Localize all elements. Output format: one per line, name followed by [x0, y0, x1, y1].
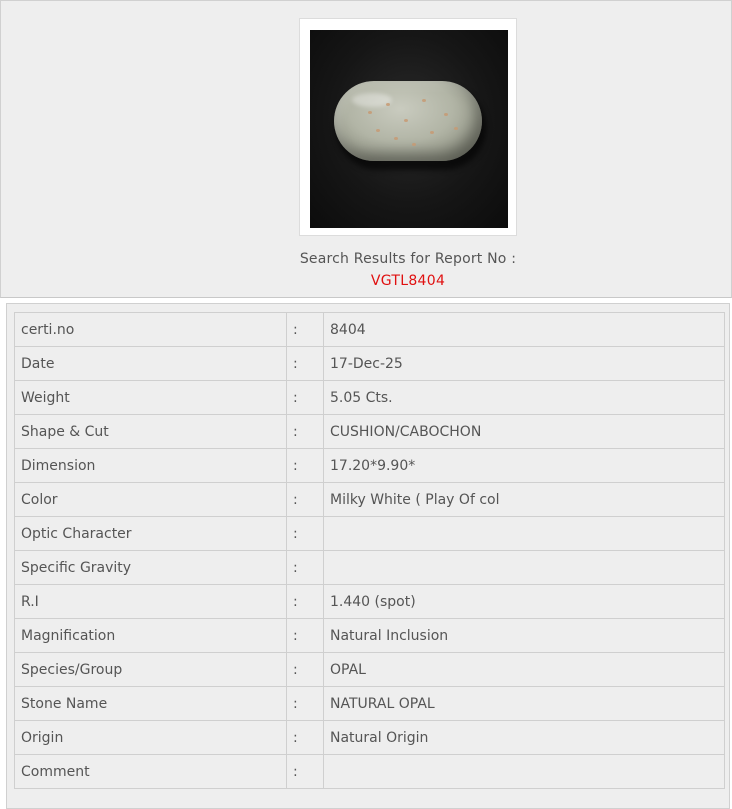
stone-fleck [444, 113, 448, 116]
row-label: Weight [14, 380, 287, 415]
row-value: Milky White ( Play Of col [323, 482, 725, 517]
row-separator: : [286, 414, 324, 449]
row-value: 17.20*9.90* [323, 448, 725, 483]
opal-stone-image [334, 81, 482, 161]
table-row: Stone Name: NATURAL OPAL [14, 686, 725, 721]
table-row: Species/Group: OPAL [14, 652, 725, 687]
table-row: Comment: [14, 754, 725, 789]
row-value: OPAL [323, 652, 725, 687]
row-separator: : [286, 550, 324, 585]
table-row: certi.no:8404 [14, 312, 725, 347]
row-label: Shape & Cut [14, 414, 287, 449]
row-value: 5.05 Cts. [323, 380, 725, 415]
row-separator: : [286, 346, 324, 381]
row-separator: : [286, 720, 324, 755]
row-separator: : [286, 686, 324, 721]
row-value: Natural Inclusion [323, 618, 725, 653]
table-row: Weight:5.05 Cts. [14, 380, 725, 415]
report-number: VGTL8404 [370, 273, 446, 289]
row-separator: : [286, 312, 324, 347]
row-label: Date [14, 346, 287, 381]
stone-fleck [368, 111, 372, 114]
row-label: Species/Group [14, 652, 287, 687]
row-value: NATURAL OPAL [323, 686, 725, 721]
row-separator: : [286, 516, 324, 551]
row-label: Optic Character [14, 516, 287, 551]
table-row: Date:17-Dec-25 [14, 346, 725, 381]
row-label: Color [14, 482, 287, 517]
table-row: Specific Gravity: [14, 550, 725, 585]
row-label: R.I [14, 584, 287, 619]
row-label: certi.no [14, 312, 287, 347]
stone-fleck [454, 127, 458, 130]
row-label: Magnification [14, 618, 287, 653]
table-row: Optic Character: [14, 516, 725, 551]
row-value: 17-Dec-25 [323, 346, 725, 381]
stone-fleck [394, 137, 398, 140]
row-separator: : [286, 652, 324, 687]
row-label: Comment [14, 754, 287, 789]
row-label: Stone Name [14, 686, 287, 721]
row-separator: : [286, 482, 324, 517]
stone-fleck [376, 129, 380, 132]
row-value [323, 550, 725, 585]
row-value: 1.440 (spot) [323, 584, 725, 619]
table-row: Dimension:17.20*9.90* [14, 448, 725, 483]
row-separator: : [286, 584, 324, 619]
table-row: Shape & Cut: CUSHION/CABOCHON [14, 414, 725, 449]
stone-fleck [404, 119, 408, 122]
row-separator: : [286, 448, 324, 483]
row-separator: : [286, 754, 324, 789]
row-label: Specific Gravity [14, 550, 287, 585]
row-value: 8404 [323, 312, 725, 347]
row-label: Dimension [14, 448, 287, 483]
table-row: Origin: Natural Origin [14, 720, 725, 755]
row-value [323, 754, 725, 789]
report-details-table: certi.no:8404 Date:17-Dec-25 Weight:5.05 C… [14, 312, 725, 789]
row-separator: : [286, 380, 324, 415]
table-row: Magnification: Natural Inclusion [14, 618, 725, 653]
gemstone-photo-frame [299, 18, 517, 236]
row-value: CUSHION/CABOCHON [323, 414, 725, 449]
gemstone-photo [310, 30, 508, 228]
row-label: Origin [14, 720, 287, 755]
row-value [323, 516, 725, 551]
stone-fleck [386, 103, 390, 106]
search-results-label: Search Results for Report No : [299, 251, 517, 267]
stone-fleck [412, 143, 416, 146]
row-separator: : [286, 618, 324, 653]
row-value: Natural Origin [323, 720, 725, 755]
table-row: Color: Milky White ( Play Of col [14, 482, 725, 517]
stone-fleck [430, 131, 434, 134]
stone-fleck [422, 99, 426, 102]
table-row: R.I:1.440 (spot) [14, 584, 725, 619]
